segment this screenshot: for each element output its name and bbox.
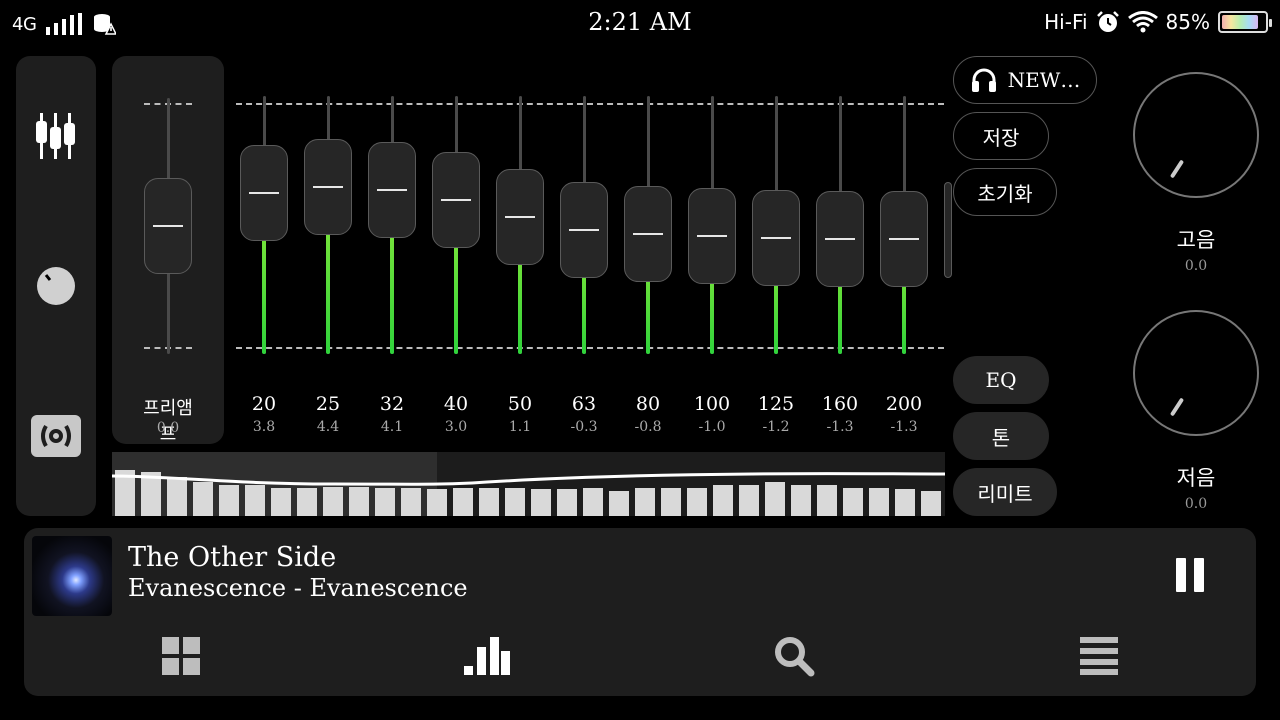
reset-button[interactable]: 초기화 [953, 168, 1057, 216]
alarm-icon [1096, 11, 1119, 32]
pause-icon-left-bar [1176, 558, 1186, 592]
preamp-value: 0.0 [156, 420, 180, 436]
band-slider-thumb-25[interactable] [304, 139, 352, 236]
tab-library[interactable] [151, 632, 211, 680]
band-frequency-label: 125 [757, 393, 795, 415]
band-gain-value: -1.0 [698, 419, 726, 435]
limit-mode-button[interactable]: 리미트 [953, 468, 1057, 516]
bars-chart-icon [464, 637, 510, 675]
band-gain-value: 4.4 [316, 419, 340, 435]
surround-icon [31, 415, 81, 457]
treble-knob-indicator [1169, 159, 1185, 179]
status-bar: 4G 2:21 AM Hi-Fi 85% [0, 0, 1280, 48]
band-slider-thumb-40[interactable] [432, 152, 480, 248]
spectrum-visualizer[interactable] [112, 452, 945, 516]
band-frequency-label: 100 [693, 393, 731, 415]
nav-equalizer-button[interactable] [16, 108, 96, 164]
headphones-icon [971, 68, 996, 92]
mini-player: The Other Side Evanescence - Evanescence [24, 528, 1256, 696]
band-gain-value: -0.8 [634, 419, 662, 435]
eq-mode-button[interactable]: EQ [953, 356, 1049, 404]
band-slider-thumb-50[interactable] [496, 169, 544, 266]
band-slider-thumb-200[interactable] [880, 190, 928, 287]
band-slider-thumb-32[interactable] [368, 142, 416, 239]
band-frequency-label: 200 [885, 393, 923, 415]
band-slider-thumb-160[interactable] [816, 190, 864, 287]
band-slider-thumb-125[interactable] [752, 189, 800, 286]
band-slider-thumb-next[interactable] [944, 182, 952, 278]
preset-profile-label: NEW… [1007, 68, 1081, 92]
pause-icon-right-bar [1194, 558, 1204, 592]
band-gain-value: 1.1 [508, 419, 532, 435]
eq-top-guide [236, 103, 944, 105]
save-button[interactable]: 저장 [953, 112, 1049, 160]
band-frequency-label: 25 [315, 393, 341, 415]
tab-queue[interactable] [1069, 632, 1129, 680]
tone-mode-label: 톤 [991, 425, 1011, 450]
bass-value: 0.0 [1184, 496, 1208, 512]
treble-value: 0.0 [1184, 258, 1208, 274]
wifi-icon [1127, 11, 1158, 33]
status-right: Hi-Fi 85% [1044, 10, 1272, 34]
list-icon [1080, 637, 1118, 675]
band-frequency-label: 20 [251, 393, 277, 415]
band-frequency-label: 50 [507, 393, 533, 415]
knob-icon [37, 267, 75, 305]
tab-equalizer[interactable] [457, 632, 517, 680]
grid-icon [162, 637, 200, 675]
band-gain-value: -1.3 [890, 419, 918, 435]
track-artist[interactable]: Evanescence - Evanescence [128, 574, 468, 602]
preamp-panel: 프리앰프 0.0 [112, 56, 224, 445]
band-gain-value: 3.0 [444, 419, 468, 435]
band-frequency-label: 63 [571, 393, 597, 415]
sliders-icon [36, 113, 75, 159]
side-nav [16, 56, 96, 516]
band-frequency-label: 32 [379, 393, 405, 415]
limit-mode-label: 리미트 [977, 481, 1033, 506]
nav-effects-button[interactable] [16, 412, 96, 460]
treble-knob[interactable] [1133, 72, 1259, 198]
band-frequency-label: 160 [821, 393, 859, 415]
tone-mode-button[interactable]: 톤 [953, 412, 1049, 460]
band-gain-value: -1.2 [762, 419, 790, 435]
battery-level [1222, 15, 1258, 29]
band-slider-thumb-80[interactable] [624, 186, 672, 283]
battery-percent: 85% [1165, 10, 1210, 34]
preset-profile-button[interactable]: NEW… [953, 56, 1097, 104]
treble-label: 고음 [1176, 228, 1216, 252]
preamp-slider-thumb[interactable] [144, 178, 192, 274]
album-art[interactable] [32, 536, 112, 616]
save-label: 저장 [982, 125, 1020, 150]
band-gain-value: -0.3 [570, 419, 598, 435]
band-slider-thumb-20[interactable] [240, 144, 288, 241]
eq-mode-label: EQ [985, 368, 1017, 392]
tab-search[interactable] [764, 632, 824, 680]
pause-button[interactable] [1176, 558, 1206, 592]
reset-label: 초기화 [977, 181, 1033, 206]
band-frequency-label: 80 [635, 393, 661, 415]
band-slider-thumb-63[interactable] [560, 181, 608, 278]
eq-curve [112, 472, 945, 486]
band-frequency-label: 40 [443, 393, 469, 415]
battery-icon [1218, 11, 1272, 33]
track-title[interactable]: The Other Side [128, 542, 336, 573]
bass-label: 저음 [1176, 466, 1216, 490]
bass-knob[interactable] [1133, 310, 1259, 436]
band-gain-value: 3.8 [252, 419, 276, 435]
band-slider-thumb-100[interactable] [688, 188, 736, 284]
bass-knob-indicator [1169, 397, 1185, 417]
band-gain-value: -1.3 [826, 419, 854, 435]
hifi-label: Hi-Fi [1044, 10, 1088, 34]
nav-volume-button[interactable] [16, 262, 96, 310]
band-gain-value: 4.1 [380, 419, 404, 435]
search-icon [775, 637, 815, 677]
